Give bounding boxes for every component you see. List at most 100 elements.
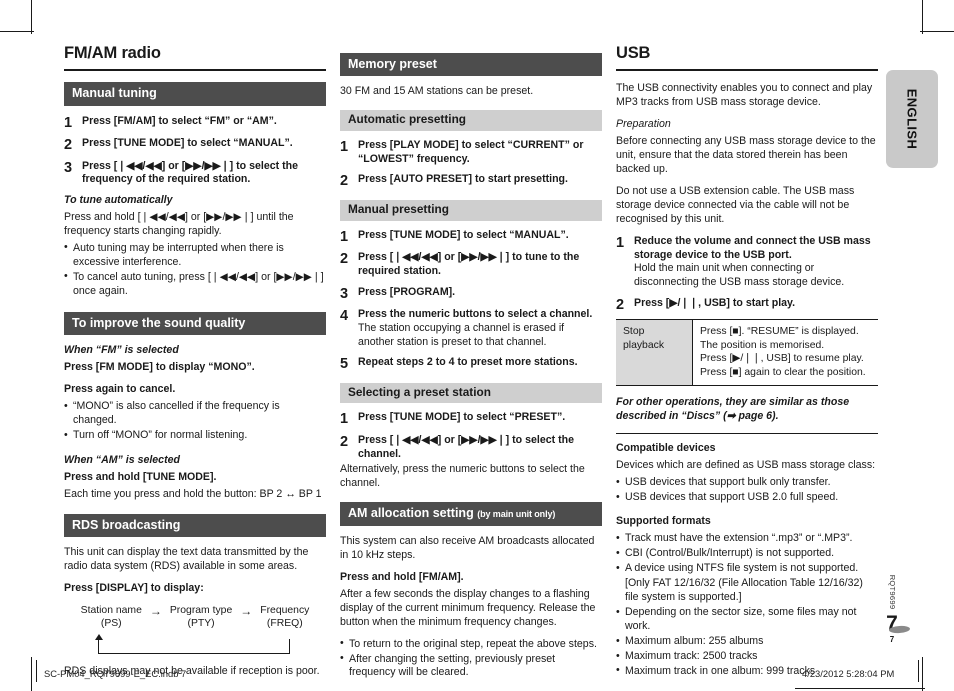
crop-mark-bottom-left-vertical [31,657,32,691]
step-text: Press [PLAY MODE] to select “CURRENT” or… [358,138,584,165]
step-text: Press [FM/AM] to select “FM” or “AM”. [82,114,277,127]
list-item: Auto tuning may be interrupted when ther… [64,241,326,270]
manual-page: FM/AM radio Manual tuning 1 Press [FM/AM… [0,0,954,691]
text-press-again-cancel: Press again to cancel. [64,383,176,396]
step-number: 2 [340,251,349,267]
step-text: Press [TUNE MODE] to select “MANUAL”. [82,137,293,150]
rds-node-program-type: Program type (PTY) [170,604,232,630]
step-item: 2 Press [❘◀◀/◀◀] or [▶▶/▶▶❘] to tune to … [340,251,602,279]
step-text: Press the numeric buttons to select a ch… [358,308,593,321]
crop-mark-top-right-vertical [922,0,923,34]
crop-mark-top-left-vertical [31,0,32,34]
section-header-sound-quality: To improve the sound quality [64,311,326,336]
divider-rule [616,433,878,435]
step-number: 1 [64,114,73,131]
page-title-fm-am: FM/AM radio [64,44,161,62]
subsection-header-manual-presetting: Manual presetting [340,199,602,221]
step-number: 1 [340,138,349,155]
step-item: 2 Press [▶/❘❘, USB] to start play. [616,297,878,313]
crop-mark-top-left-horizontal [0,31,34,32]
am-allocation-subtitle: (by main unit only) [477,509,556,520]
list-item: Track must have the extension “.mp3” or … [616,532,878,546]
step-number: 2 [616,296,625,313]
rds-node-label: Program type [169,605,233,617]
step-item: 3 Press [❘◀◀/◀◀] or [▶▶/▶▶❘] to select t… [64,160,326,188]
list-item: To return to the original step, repeat t… [340,637,602,652]
rds-node-label: Station name [80,605,142,617]
rds-node-sublabel: (PTY) [187,618,215,630]
step-number: 2 [340,433,349,450]
text-compatible-intro: Devices which are defined as USB mass st… [616,459,876,472]
table-line: Press [▶/❘❘, USB] to resume play. [700,353,864,365]
step-item: 2 Press [❘◀◀/◀◀] or [▶▶/▶▶❘] to select t… [340,434,602,462]
step-text: Press [AUTO PRESET] to start presetting. [358,173,568,186]
text-alternative-numeric: Alternatively, press the numeric buttons… [340,463,585,490]
step-note: Hold the main unit when connecting or di… [634,262,845,289]
rds-node-frequency: Frequency (FREQ) [260,604,309,630]
step-text: Press [❘◀◀/◀◀] or [▶▶/▶▶❘] to tune to th… [358,251,580,277]
column-fm-am-radio: FM/AM radio Manual tuning 1 Press [FM/AM… [64,44,326,687]
list-item: A device using NTFS file system is not s… [616,562,878,576]
text-am-allocation-body: After a few seconds the display changes … [340,587,596,628]
page-title-usb: USB [616,44,651,62]
section-header-manual-tuning: Manual tuning [64,82,326,106]
text-other-operations: For other operations, they are similar a… [616,396,850,423]
crop-mark-top-right-horizontal [920,31,954,32]
page-number-swoosh-icon [888,625,911,634]
text-press-hold-fm-am: Press and hold [FM/AM]. [340,570,464,583]
arrow-right-icon: → [240,604,253,619]
language-tab-label: ENGLISH [904,88,920,150]
table-cell-description: Press [■]. “RESUME” is displayed. The po… [693,320,879,386]
step-number: 3 [340,285,349,302]
step-number: 4 [340,308,349,325]
step-text: Press [TUNE MODE] to select “MANUAL”. [358,228,569,241]
arrow-right-icon: → [149,604,162,619]
bullet-list-auto-tuning: Auto tuning may be interrupted when ther… [64,241,326,299]
rds-node-label: Frequency [260,605,310,617]
step-number: 1 [340,228,349,245]
language-tab-english: ENGLISH [886,70,938,168]
subheading-preparation: Preparation [616,118,671,131]
step-item: 4 Press the numeric buttons to select a … [340,308,602,349]
text-press-hold-tune-mode: Press and hold [TUNE MODE]. [64,470,217,483]
step-text: Press [PROGRAM]. [358,285,456,298]
step-item: 1 Press [TUNE MODE] to select “MANUAL”. [340,229,602,245]
step-text: Press [TUNE MODE] to select “PRESET”. [358,411,566,424]
title-rule-usb [616,69,878,72]
text-extension-cable-note: Do not use a USB extension cable. The US… [616,184,855,225]
table-line: Press [■]. “RESUME” is displayed. [700,326,859,338]
page-number-small: 7 [889,635,895,644]
list-item: Depending on the sector size, some files… [616,606,878,634]
subheading-when-am-selected: When “AM” is selected [64,454,180,467]
step-item: 5 Repeat steps 2 to 4 to preset more sta… [340,356,602,372]
step-number: 2 [340,173,349,190]
step-number: 2 [64,137,73,154]
text-press-fm-mode: Press [FM MODE] to display “MONO”. [64,361,255,374]
step-number: 3 [64,159,73,176]
column-memory-preset: Memory preset 30 FM and 15 AM stations c… [340,44,602,688]
column-usb: USB The USB connectivity enables you to … [616,44,878,687]
list-item: Maximum album: 255 albums [616,635,878,649]
step-item: 1 Reduce the volume and connect the USB … [616,235,878,290]
table-line: The position is memorised. [700,339,825,351]
footer-filename: SC-PM04_RQT9699-E_EC.indb 7 [44,668,187,679]
table-cell-label: Stop playback [616,319,693,386]
text-press-display: Press [DISPLAY] to display: [64,582,204,595]
text-memory-preset-intro: 30 FM and 15 AM stations can be preset. [340,85,534,98]
section-header-rds-broadcasting: RDS broadcasting [64,513,326,538]
step-item: 1 Press [PLAY MODE] to select “CURRENT” … [340,139,602,167]
subheading-compatible-devices: Compatible devices [616,442,716,455]
footer-rule-left [36,660,37,682]
step-number: 1 [340,411,349,428]
list-item-continuation: [Only FAT 12/16/32 (File Allocation Tabl… [625,577,863,604]
step-item: 1 Press [FM/AM] to select “FM” or “AM”. [64,115,326,131]
page-number-block: RQT9699 7 7 [872,575,912,644]
step-item: 2 Press [AUTO PRESET] to start presettin… [340,173,602,189]
step-text: Press [❘◀◀/◀◀] or [▶▶/▶▶❘] to select the… [82,159,298,186]
step-number: 1 [616,234,625,251]
step-number: 5 [340,356,349,373]
section-header-memory-preset: Memory preset [340,53,602,77]
subheading-tune-automatically: To tune automatically [64,194,173,207]
list-item: Turn off “MONO” for normal listening. [64,429,326,443]
rds-node-sublabel: (PS) [100,618,122,630]
